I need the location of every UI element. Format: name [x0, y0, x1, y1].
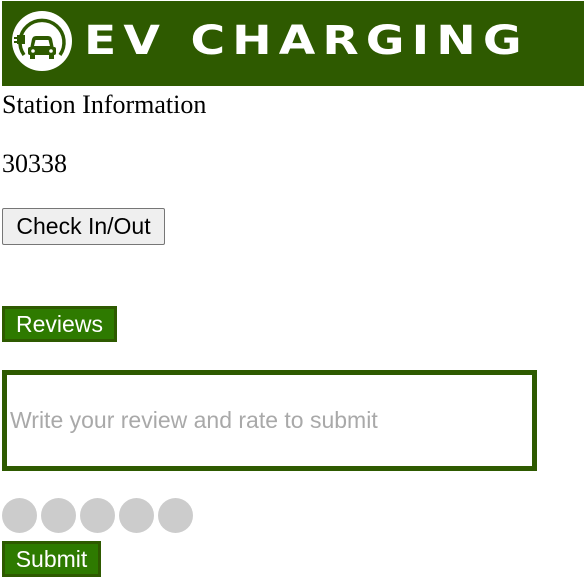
star-rating: [2, 498, 193, 533]
brand-title: EV CHARGING: [84, 18, 529, 64]
rating-star-5[interactable]: [158, 498, 193, 533]
rating-star-2[interactable]: [41, 498, 76, 533]
station-zip: 30338: [2, 149, 67, 178]
review-input[interactable]: [2, 370, 537, 471]
rating-star-4[interactable]: [119, 498, 154, 533]
header-banner: EV CHARGING: [2, 1, 584, 86]
reviews-button[interactable]: Reviews: [2, 306, 117, 342]
rating-star-3[interactable]: [80, 498, 115, 533]
rating-star-1[interactable]: [2, 498, 37, 533]
station-heading: Station Information: [2, 90, 207, 119]
check-in-out-button[interactable]: Check In/Out: [2, 208, 165, 245]
page: EV CHARGING Station Information 30338 Ch…: [0, 0, 584, 582]
ev-car-plug-icon: [12, 11, 72, 71]
submit-button[interactable]: Submit: [2, 541, 101, 577]
